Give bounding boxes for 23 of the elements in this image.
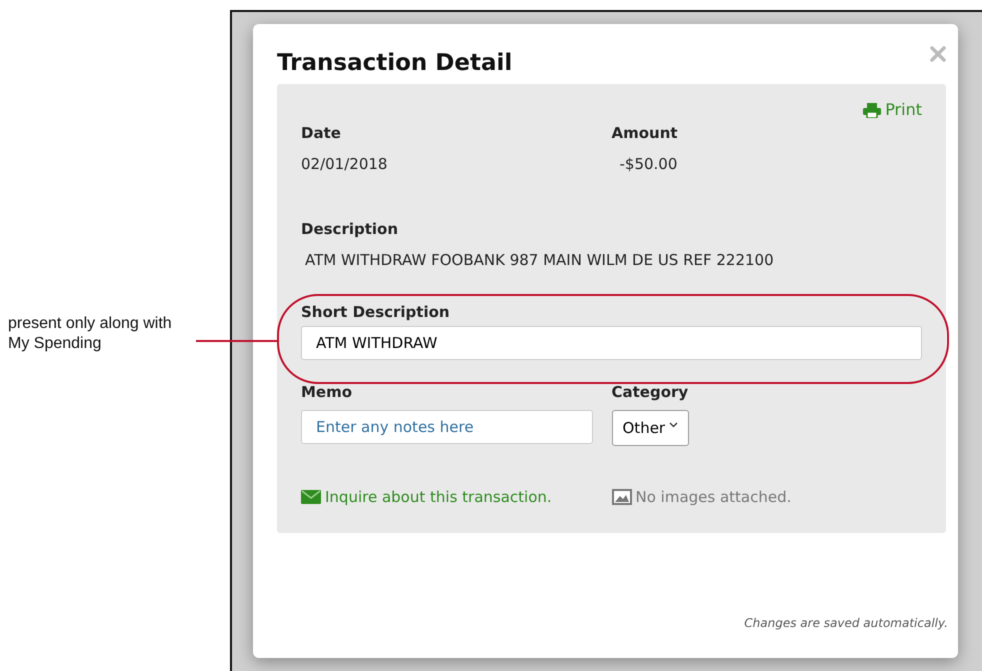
category-dropdown[interactable]: Other — [612, 410, 690, 446]
footer-note: Changes are saved automatically. — [744, 615, 948, 632]
inquire-link[interactable]: Inquire about this transaction. — [325, 486, 552, 508]
amount-value: -$50.00 — [618, 154, 678, 174]
short-description-field[interactable]: ATM WITHDRAW — [301, 326, 922, 360]
callout-text: present only along with My Spending — [8, 314, 173, 354]
image-icon — [612, 489, 632, 506]
memo-field[interactable]: Enter any notes here — [301, 410, 593, 444]
field-label: Description — [301, 219, 400, 239]
field-label: Amount — [612, 123, 679, 143]
description-value: ATM WITHDRAW FOOBANK 987 MAIN WILM DE US REF 222100 — [304, 250, 775, 270]
envelope-icon — [301, 490, 321, 504]
field-label: Category — [612, 382, 690, 402]
field-label: Memo — [301, 382, 354, 402]
date-value: 02/01/2018 — [301, 154, 388, 174]
caret-icon — [669, 422, 678, 428]
print-link[interactable]: Print — [863, 98, 922, 122]
close-icon[interactable] — [930, 46, 946, 62]
field-label: Date — [301, 123, 342, 143]
printer-icon — [863, 102, 882, 118]
field-label: Short Description — [301, 302, 451, 322]
images-note: No images attached. — [636, 487, 792, 508]
modal-title: Transaction Detail — [277, 49, 512, 78]
